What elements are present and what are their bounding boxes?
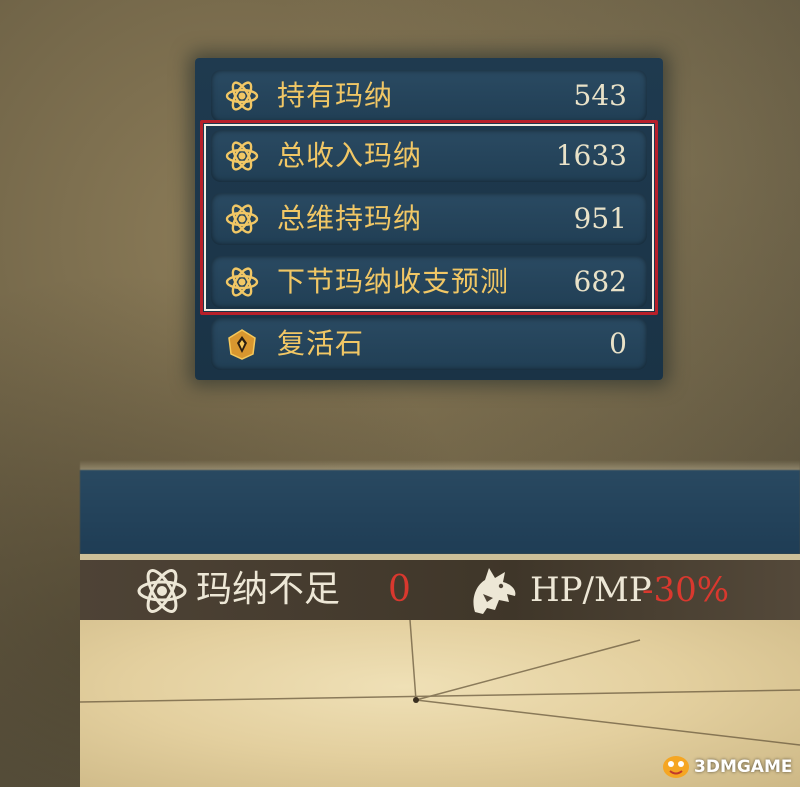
mana-icon (137, 569, 187, 613)
stat-row-next-turn-forecast: 下节玛纳收支预测 682 (211, 256, 647, 308)
watermark-logo-icon (663, 756, 689, 778)
stat-value: 0 (609, 327, 627, 360)
stat-row-held-mana: 持有玛纳 543 (211, 70, 647, 122)
stat-row-total-upkeep-mana: 总维持玛纳 951 (211, 193, 647, 245)
stat-label: 复活石 (277, 327, 365, 360)
stat-row-revive-stone: 复活石 0 (211, 318, 647, 370)
stat-label: 持有玛纳 (277, 79, 394, 112)
banner-header (80, 460, 800, 554)
stat-label: 下节玛纳收支预测 (277, 265, 510, 298)
revive-stone-icon (228, 329, 256, 360)
watermark-text: 3DMGAME (694, 757, 793, 777)
stat-value: 1633 (555, 139, 627, 172)
hpmp-label: HP/MP (530, 570, 652, 610)
stat-row-total-income-mana: 总收入玛纳 1633 (211, 130, 647, 182)
mana-shortage-label: 玛纳不足 (196, 569, 341, 610)
stat-value: 682 (573, 265, 627, 298)
hpmp-penalty-value: -30% (642, 570, 730, 610)
mana-shortage-bar: 玛纳不足 0 HP/MP -30% (80, 560, 800, 620)
stat-value: 543 (573, 79, 627, 112)
mana-icon (225, 204, 259, 234)
mana-shortage-value: 0 (388, 569, 411, 610)
stat-label: 总维持玛纳 (277, 202, 423, 235)
stat-label: 总收入玛纳 (277, 139, 423, 172)
stat-value: 951 (573, 202, 627, 235)
wolf-head-icon (473, 568, 516, 614)
watermark: 3DMGAME (660, 751, 793, 781)
mana-stats-panel: 持有玛纳 543 总收入玛纳 1633 总维持玛纳 951 下节玛纳收支预测 6… (195, 58, 663, 380)
mana-icon (225, 267, 259, 297)
mana-icon (225, 141, 259, 171)
mana-icon (225, 81, 259, 111)
